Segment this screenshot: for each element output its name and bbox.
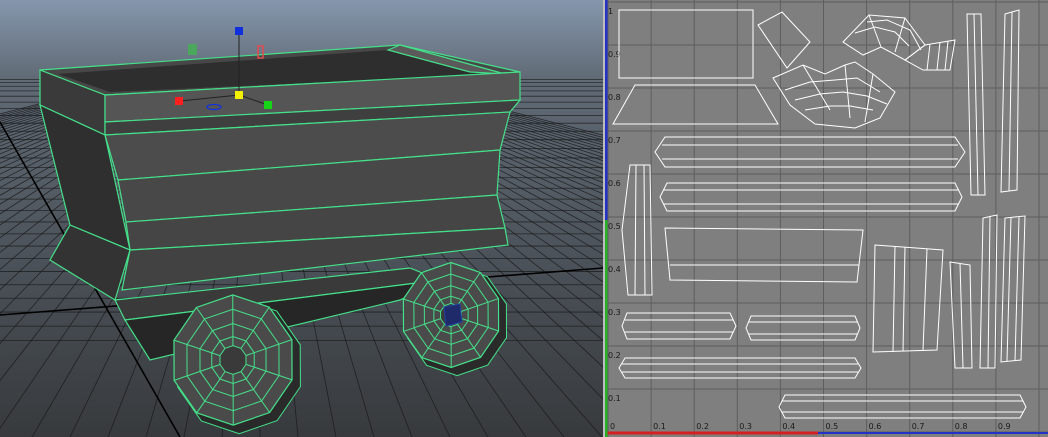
uv-u-tick: 0.8 bbox=[955, 422, 968, 431]
uv-background bbox=[605, 0, 1048, 437]
manipulator-x-handle[interactable] bbox=[175, 97, 183, 105]
uv-canvas[interactable]: 0 0.1 0.2 0.3 0.4 0.5 0.6 0.7 0.8 0.9 0.1 0.2 0.3 0.… bbox=[605, 0, 1048, 437]
uv-texture-editor[interactable]: 0 0.1 0.2 0.3 0.4 0.5 0.6 0.7 0.8 0.9 0.1 0.2 0.3 0.… bbox=[605, 0, 1048, 437]
uv-v-tick: 0.5 bbox=[608, 222, 621, 231]
uv-u-tick: 0.3 bbox=[739, 422, 752, 431]
uv-v-tick: 0.1 bbox=[608, 394, 621, 403]
perspective-viewport[interactable] bbox=[0, 0, 603, 437]
uv-v-tick: 0.4 bbox=[608, 265, 621, 274]
uv-u-tick: 0 bbox=[610, 422, 615, 431]
uv-u-tick: 0.7 bbox=[912, 422, 925, 431]
manipulator-scale-handle[interactable] bbox=[188, 44, 197, 55]
uv-v-tick: 0.8 bbox=[608, 93, 621, 102]
manipulator-z-handle[interactable] bbox=[235, 27, 243, 35]
wheel-axle-hub bbox=[443, 303, 463, 327]
uv-u-tick: 0.4 bbox=[782, 422, 795, 431]
uv-u-tick: 0.6 bbox=[869, 422, 882, 431]
uv-v-tick: 1 bbox=[608, 7, 613, 16]
uv-u-tick: 0.5 bbox=[826, 422, 839, 431]
uv-u-tick: 0.1 bbox=[653, 422, 666, 431]
uv-v-tick: 0.7 bbox=[608, 136, 621, 145]
uv-v-tick: 0.6 bbox=[608, 179, 621, 188]
uv-v-tick: 0.2 bbox=[608, 351, 621, 360]
wheel-ring bbox=[219, 345, 247, 375]
manipulator-y-handle[interactable] bbox=[264, 101, 272, 109]
viewport-canvas[interactable] bbox=[0, 0, 603, 437]
uv-u-tick: 0.9 bbox=[998, 422, 1011, 431]
maya-workspace: 0 0.1 0.2 0.3 0.4 0.5 0.6 0.7 0.8 0.9 0.1 0.2 0.3 0.… bbox=[0, 0, 1048, 437]
uv-u-tick: 0.2 bbox=[696, 422, 709, 431]
manipulator-center-handle[interactable] bbox=[235, 91, 243, 99]
uv-v-tick: 0.3 bbox=[608, 308, 621, 317]
